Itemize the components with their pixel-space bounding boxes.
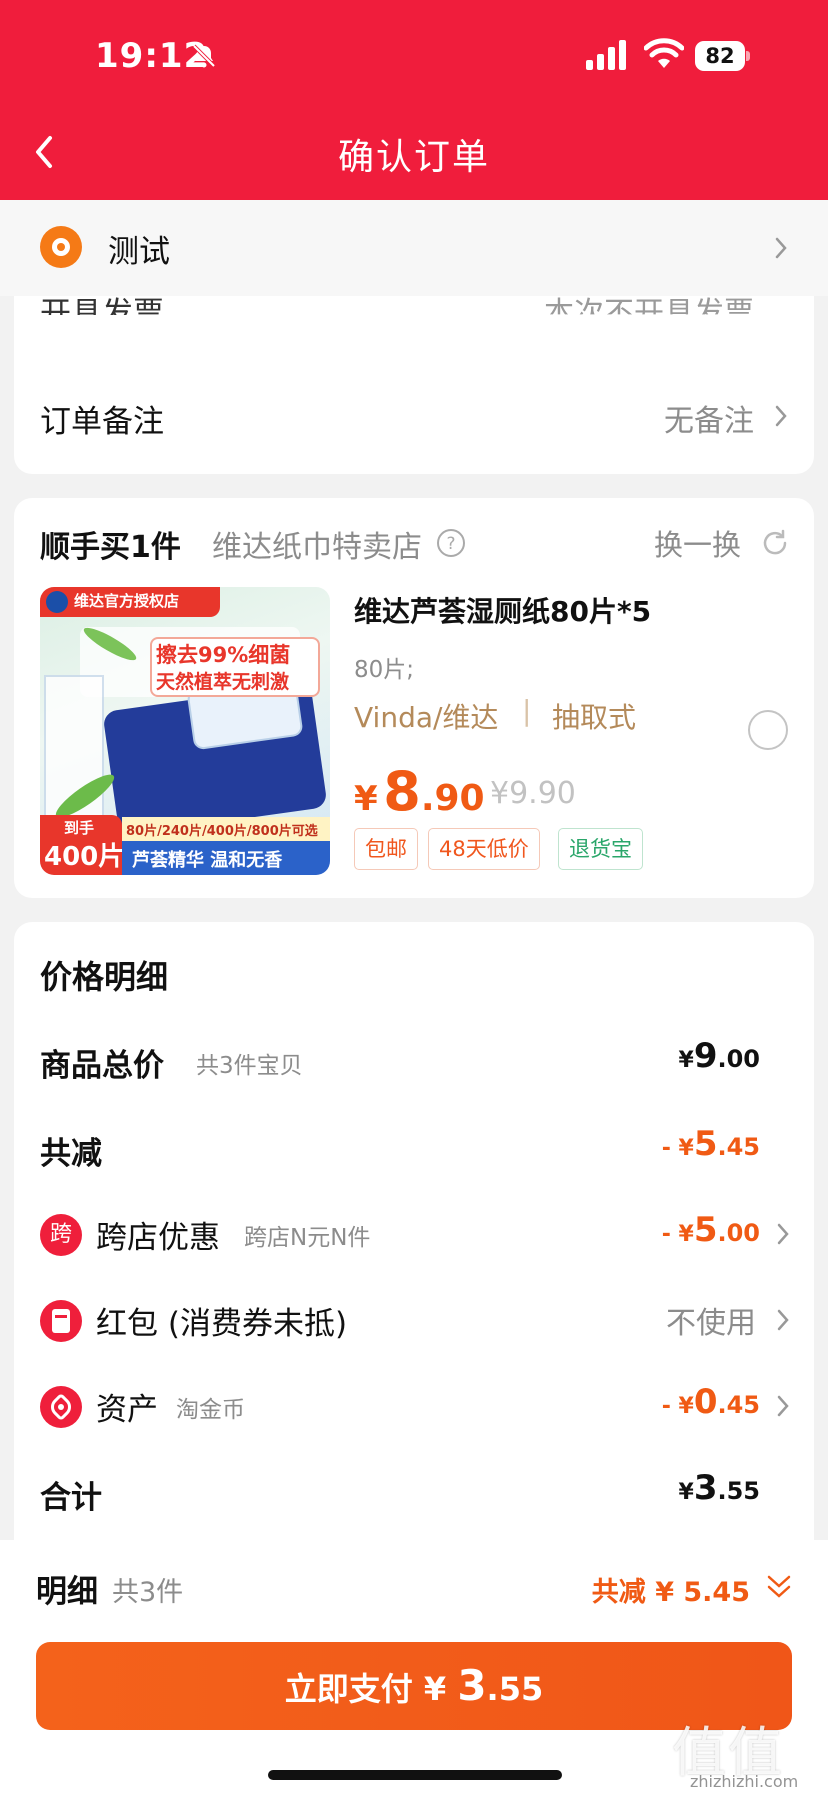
chevron-right-icon — [775, 237, 787, 259]
chevron-right-icon — [777, 1309, 789, 1331]
store-badge-text: 维达官方授权店 — [74, 592, 180, 610]
chevron-right-icon — [777, 1223, 789, 1245]
asset-value[interactable]: - ¥0.45 — [662, 1382, 760, 1422]
refresh-icon[interactable] — [760, 528, 790, 558]
total-discount-label: 共减 — [40, 1136, 102, 1172]
asset-label[interactable]: 资产 — [96, 1384, 158, 1429]
brand-divider: | — [522, 694, 532, 727]
tag-free-shipping: 包邮 — [354, 828, 418, 870]
cross-store-value[interactable]: - ¥5.00 — [662, 1210, 760, 1250]
asset-tag-icon — [40, 1386, 82, 1428]
subtotal-value: ¥9.00 — [678, 1036, 761, 1076]
image-corner-2: 400片 — [44, 842, 125, 872]
help-icon[interactable]: ? — [436, 528, 466, 558]
red-packet-label[interactable]: 红包 (消费券未抵) — [96, 1298, 347, 1343]
note-value[interactable]: 无备注 — [664, 396, 754, 440]
summary-count: 共3件 — [112, 1577, 184, 1608]
original-price: ¥9.90 — [490, 776, 576, 811]
watermark-url: zhizhizhi.com — [690, 1772, 799, 1791]
price-detail-card: 价格明细 商品总价 共3件宝贝 ¥9.00 共减 - ¥5.45 跨 跨店优惠 … — [14, 922, 814, 1540]
image-options: 80片/240片/400片/800片可选 — [126, 824, 318, 839]
cross-store-sub: 跨店N元N件 — [244, 1225, 371, 1251]
chevron-right-icon — [777, 1395, 789, 1417]
double-chevron-down-icon[interactable] — [764, 1572, 794, 1602]
battery-indicator: 82 — [695, 41, 751, 71]
subtotal-sub: 共3件宝贝 — [196, 1053, 303, 1079]
note-label[interactable]: 订单备注 — [40, 396, 164, 441]
home-indicator — [268, 1770, 562, 1780]
image-corner-1: 到手 — [64, 819, 95, 837]
product-spec: 80片; — [354, 657, 415, 683]
tag-low-price: 48天低价 — [428, 828, 540, 870]
image-headline-1: 擦去99%细菌 — [156, 643, 291, 667]
addon-shop[interactable]: 维达纸巾特卖店 — [212, 522, 422, 566]
header: 19:12 82 确认订单 — [0, 0, 828, 200]
subtotal-label: 商品总价 — [40, 1048, 164, 1084]
product-image[interactable]: 维达官方授权店 擦去99%细菌 天然植萃无刺激 到手 400片 80片/240片… — [40, 587, 330, 875]
select-radio[interactable] — [748, 710, 788, 750]
cross-store-label[interactable]: 跨店优惠 — [96, 1212, 220, 1257]
wifi-icon — [644, 38, 684, 68]
svg-text:?: ? — [446, 534, 455, 554]
addon-card: 顺手买1件 维达纸巾特卖店 ? 换一换 维达官方授权店 擦去99%细菌 天然植萃… — [14, 498, 814, 898]
cross-store-icon: 跨 — [40, 1214, 82, 1256]
mute-bell-icon — [192, 44, 216, 68]
battery-level: 82 — [705, 44, 735, 68]
summary-discount[interactable]: 共减 ¥ 5.45 — [592, 1570, 750, 1609]
address-name: 测试 — [108, 234, 170, 270]
grand-total-value: ¥3.55 — [678, 1468, 761, 1508]
product-name[interactable]: 维达芦荟湿厕纸80片*5 — [354, 590, 651, 630]
price-detail-title: 价格明细 — [40, 958, 169, 996]
address-bar-content[interactable]: 测试 — [0, 200, 828, 296]
status-bar: 19:12 82 — [0, 0, 828, 110]
grand-total-label: 合计 — [40, 1480, 102, 1516]
asset-sub: 淘金币 — [176, 1397, 245, 1423]
product-price: ¥ 8.90 — [354, 760, 485, 823]
image-slogan: 芦荟精华 温和无香 — [132, 850, 283, 871]
total-discount-value: - ¥5.45 — [661, 1124, 760, 1164]
image-headline-2: 天然植萃无刺激 — [156, 671, 290, 693]
product-brand: Vinda/维达 — [354, 701, 499, 734]
red-packet-value[interactable]: 不使用 — [666, 1298, 756, 1342]
cellular-signal-icon — [586, 40, 626, 70]
swap-button[interactable]: 换一换 — [654, 522, 741, 564]
chevron-right-icon — [775, 405, 787, 427]
red-packet-icon — [40, 1300, 82, 1342]
addon-title: 顺手买1件 — [40, 530, 181, 565]
page-title: 确认订单 — [337, 137, 490, 178]
summary-label[interactable]: 明细 — [36, 1566, 98, 1611]
tag-return-insurance: 退货宝 — [558, 828, 643, 870]
product-type: 抽取式 — [552, 701, 637, 734]
